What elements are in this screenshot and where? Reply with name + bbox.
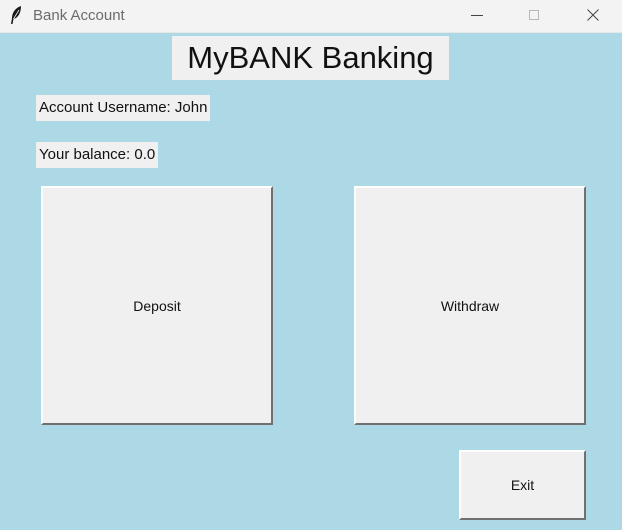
minimize-icon xyxy=(471,15,483,16)
withdraw-button-label: Withdraw xyxy=(440,297,500,314)
bank-account-window: Bank Account MyBANK Banking Account User… xyxy=(0,0,622,530)
page-title: MyBANK Banking xyxy=(172,36,449,80)
minimize-button[interactable] xyxy=(454,0,500,32)
close-button[interactable] xyxy=(570,0,616,32)
maximize-button[interactable] xyxy=(511,0,557,32)
feather-icon xyxy=(8,5,24,25)
deposit-button-label: Deposit xyxy=(133,297,181,314)
username-label: Account Username: John xyxy=(36,95,211,121)
window-title: Bank Account xyxy=(33,7,125,24)
deposit-button[interactable]: Deposit xyxy=(41,186,273,425)
title-bar[interactable]: Bank Account xyxy=(0,0,622,33)
balance-label: Your balance: 0.0 xyxy=(36,142,159,168)
exit-button[interactable]: Exit xyxy=(459,450,586,520)
maximize-icon xyxy=(529,10,539,20)
close-icon xyxy=(587,9,599,21)
exit-button-label: Exit xyxy=(510,477,535,493)
withdraw-button[interactable]: Withdraw xyxy=(354,186,586,425)
